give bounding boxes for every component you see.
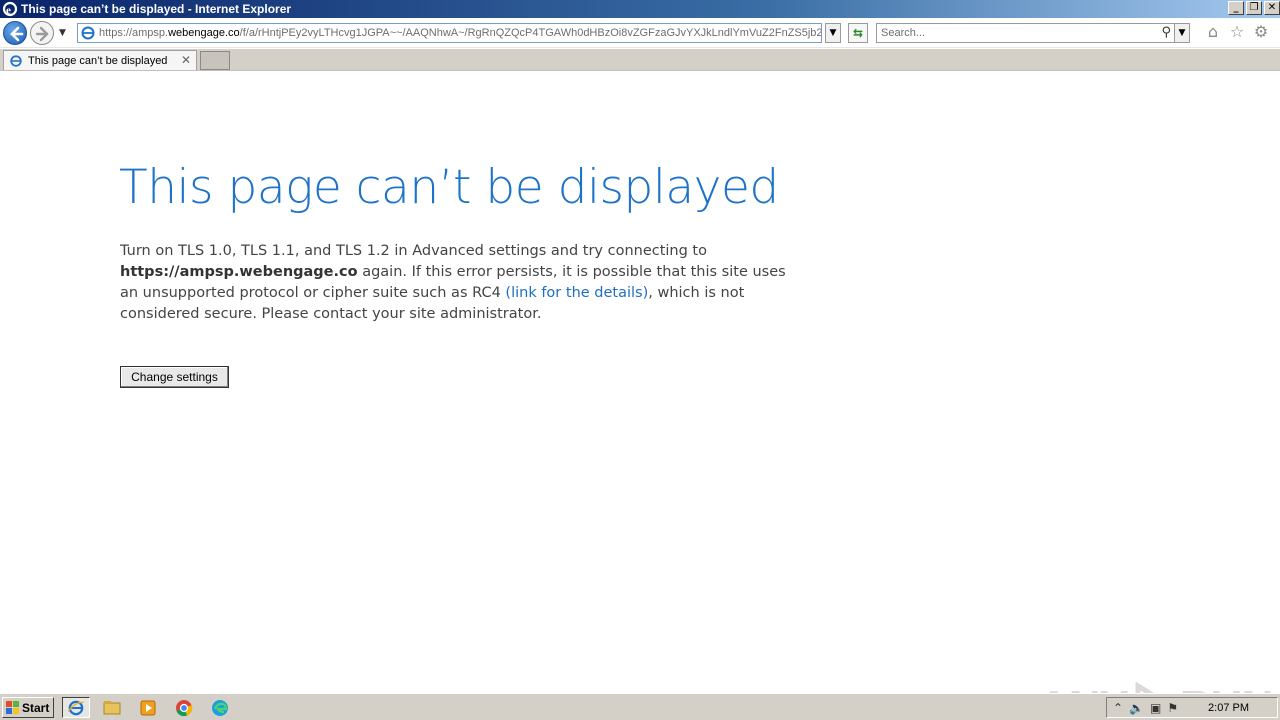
error-heading: This page can’t be displayed: [119, 160, 779, 215]
toolbar-icons: ⌂ ☆ ⚙: [1204, 23, 1270, 41]
navigation-bar: ▼ https://ampsp.webengage.co/f/a/rHntjPE…: [0, 18, 1280, 48]
home-icon[interactable]: ⌂: [1204, 23, 1222, 41]
tab-close-icon[interactable]: ✕: [181, 53, 191, 67]
chrome-icon: [176, 699, 193, 716]
page-content: This page can’t be displayed Turn on TLS…: [0, 72, 1280, 720]
page-icon: [81, 26, 95, 40]
taskbar: Start ⌃ 🔈 ▣ ⚑ 2:07 PM: [0, 693, 1280, 720]
new-tab-button[interactable]: [200, 51, 230, 70]
start-button[interactable]: Start: [2, 697, 54, 718]
error-message: Turn on TLS 1.0, TLS 1.1, and TLS 1.2 in…: [120, 241, 790, 325]
edge-icon: [212, 699, 228, 716]
taskbar-ie-button[interactable]: [62, 697, 90, 718]
volume-icon[interactable]: 🔈: [1129, 701, 1144, 715]
refresh-button[interactable]: ⇆: [848, 23, 868, 43]
tray-expand-icon[interactable]: ⌃: [1113, 701, 1123, 715]
tab-bar: This page can’t be displayed ✕: [0, 49, 1280, 71]
address-dropdown-button[interactable]: ▼: [825, 23, 841, 43]
favorites-star-icon[interactable]: ☆: [1228, 23, 1246, 41]
internet-explorer-icon: [67, 700, 84, 715]
close-window-button[interactable]: ✕: [1264, 1, 1280, 15]
restore-button[interactable]: ❐: [1246, 1, 1262, 15]
search-input[interactable]: [877, 27, 1147, 39]
tab-label: This page can’t be displayed: [28, 54, 168, 67]
ie-logo-icon: e: [2, 1, 18, 17]
system-tray: ⌃ 🔈 ▣ ⚑ 2:07 PM: [1106, 697, 1278, 718]
folder-icon: [103, 700, 121, 714]
action-center-flag-icon[interactable]: ⚑: [1167, 701, 1178, 715]
window-controls: _ ❐ ✕: [1228, 1, 1280, 15]
taskbar-media-button[interactable]: [134, 697, 162, 718]
back-button[interactable]: [3, 21, 27, 45]
window-title: This page can’t be displayed - Internet …: [21, 2, 292, 16]
search-dropdown-button[interactable]: ▼: [1174, 23, 1190, 43]
message-line1: Turn on TLS 1.0, TLS 1.1, and TLS 1.2 in…: [120, 243, 707, 259]
start-label: Start: [22, 700, 50, 715]
minimize-button[interactable]: _: [1228, 1, 1244, 15]
change-settings-button[interactable]: Change settings: [120, 366, 229, 388]
details-link[interactable]: (link for the details): [505, 285, 648, 301]
tools-gear-icon[interactable]: ⚙: [1252, 23, 1270, 41]
title-bar: e This page can’t be displayed - Interne…: [0, 0, 1280, 18]
search-icon[interactable]: ⚲: [1161, 25, 1171, 40]
media-player-icon: [140, 700, 156, 715]
back-arrow-icon: [10, 26, 24, 42]
taskbar-chrome-button[interactable]: [170, 697, 198, 718]
taskbar-edge-button[interactable]: [206, 697, 234, 718]
clock[interactable]: 2:07 PM: [1208, 702, 1249, 714]
svg-text:e: e: [6, 5, 11, 17]
taskbar-explorer-button[interactable]: [98, 697, 126, 718]
forward-button[interactable]: [30, 21, 54, 45]
quick-launch: [62, 697, 234, 718]
windows-flag-icon: [6, 700, 19, 714]
ie-tab-icon: [10, 54, 22, 67]
network-icon[interactable]: ▣: [1150, 701, 1161, 715]
url-text[interactable]: https://ampsp.webengage.co/f/a/rHntjPEy2…: [99, 27, 821, 39]
tab-current[interactable]: This page can’t be displayed ✕: [3, 50, 197, 70]
site-name: https://ampsp.webengage.co: [120, 264, 358, 280]
ie-window: e This page can’t be displayed - Interne…: [0, 0, 1280, 720]
history-dropdown-icon[interactable]: ▼: [59, 28, 66, 38]
search-box[interactable]: ⚲: [876, 23, 1176, 43]
address-bar[interactable]: https://ampsp.webengage.co/f/a/rHntjPEy2…: [77, 23, 822, 43]
forward-arrow-icon: [35, 26, 49, 42]
